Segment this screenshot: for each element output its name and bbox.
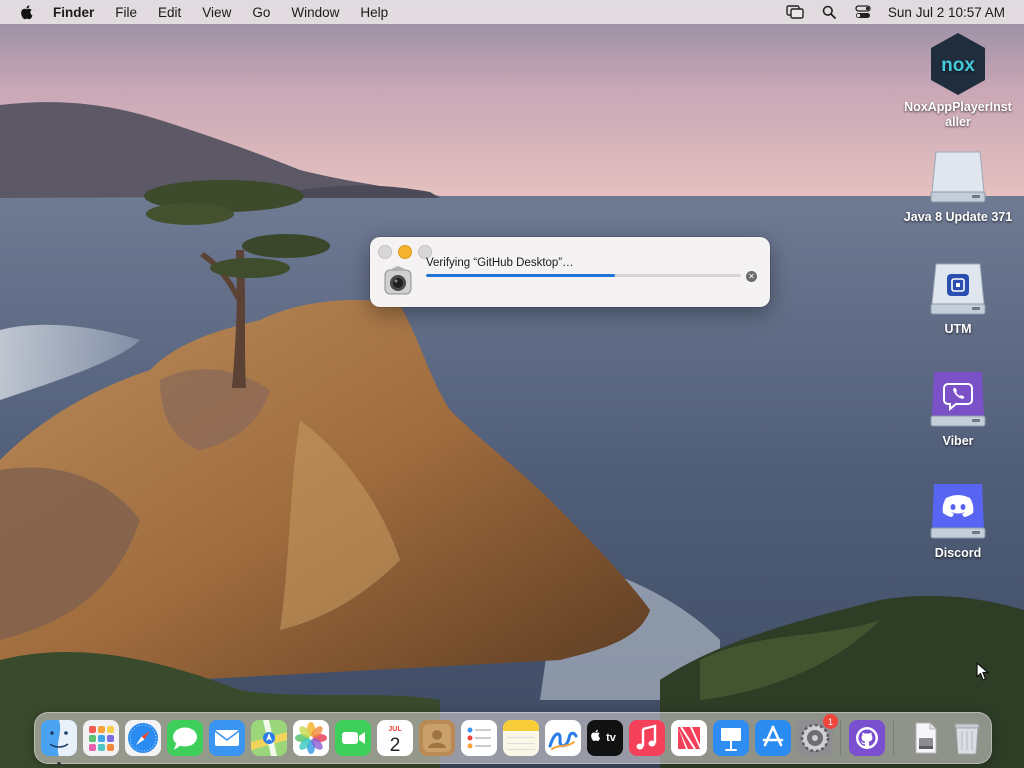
dock-item-contacts[interactable] — [417, 718, 457, 758]
dock-item-mail[interactable] — [207, 718, 247, 758]
contacts-icon — [419, 720, 455, 756]
dock: JUL 2 tv 1 — [34, 712, 992, 766]
safari-icon — [125, 720, 161, 756]
menu-edit[interactable]: Edit — [158, 5, 181, 20]
music-icon — [629, 720, 665, 756]
dock-item-notes[interactable] — [501, 718, 541, 758]
desktop-item-utm[interactable]: UTM — [900, 260, 1016, 337]
dock-item-calendar[interactable]: JUL 2 — [375, 718, 415, 758]
notification-badge: 1 — [823, 714, 838, 729]
running-indicator — [57, 762, 61, 766]
tv-icon-text: tv — [606, 732, 617, 744]
verification-progress-bar — [426, 274, 741, 277]
dock-item-facetime[interactable] — [333, 718, 373, 758]
apple-tv-icon: tv — [587, 720, 623, 756]
dock-separator — [893, 721, 894, 755]
dock-item-maps[interactable] — [249, 718, 289, 758]
dock-item-reminders[interactable] — [459, 718, 499, 758]
maps-icon — [251, 720, 287, 756]
desktop-item-noxappplayerinstaller[interactable]: nox NoxAppPlayerInstaller — [900, 32, 1016, 130]
menu-bar: Finder File Edit View Go Window Help Sun… — [0, 0, 1024, 24]
nox-icon-text: nox — [941, 55, 975, 76]
dock-item-downloads[interactable] — [905, 718, 945, 758]
menu-window[interactable]: Window — [291, 5, 339, 20]
reminders-icon — [461, 720, 497, 756]
finder-icon — [41, 720, 77, 756]
trash-icon — [954, 723, 980, 755]
photos-icon — [293, 720, 329, 756]
spotlight-search-icon[interactable] — [820, 4, 838, 20]
viber-disk-icon — [930, 372, 986, 427]
dock-item-launchpad[interactable] — [81, 718, 121, 758]
desktop-item-label: UTM — [944, 322, 972, 336]
desktop-item-label: Java 8 Update 371 — [903, 210, 1013, 224]
dock-item-system-settings[interactable]: 1 — [795, 714, 838, 758]
control-center-icon[interactable] — [854, 4, 872, 20]
apple-logo-icon[interactable] — [19, 4, 35, 20]
desktop-item-java-8-update-371[interactable]: Java 8 Update 371 — [900, 148, 1016, 225]
screen-mirroring-icon[interactable] — [786, 4, 804, 20]
calendar-day: 2 — [390, 735, 401, 756]
dock-item-news[interactable] — [669, 718, 709, 758]
menu-help[interactable]: Help — [360, 5, 388, 20]
mail-icon — [209, 720, 245, 756]
dock-item-tv[interactable]: tv — [585, 718, 625, 758]
dock-item-finder[interactable] — [39, 718, 79, 766]
dock-item-trash[interactable] — [947, 718, 987, 758]
calendar-month: JUL — [388, 726, 402, 733]
menu-view[interactable]: View — [202, 5, 231, 20]
window-minimize-button[interactable] — [398, 245, 412, 259]
progress-fill — [426, 274, 615, 277]
dialog-message: Verifying “GitHub Desktop”… — [426, 257, 574, 269]
dock-item-freeform[interactable] — [543, 718, 583, 758]
messages-icon — [167, 720, 203, 756]
calendar-icon: JUL 2 — [377, 720, 413, 756]
launchpad-icon — [83, 720, 119, 756]
disk-image-icon — [930, 151, 986, 203]
facetime-icon — [335, 720, 371, 756]
notes-icon — [503, 720, 539, 756]
desktop-item-label: Viber — [942, 434, 974, 448]
freeform-icon — [545, 720, 581, 756]
window-close-button[interactable] — [378, 245, 392, 259]
cancel-verification-button[interactable]: ✕ — [746, 271, 757, 282]
mouse-cursor-icon — [976, 662, 989, 681]
dock-item-github-desktop[interactable] — [847, 718, 887, 758]
dock-item-app-store[interactable] — [753, 718, 793, 758]
github-desktop-icon — [849, 720, 885, 756]
gatekeeper-security-icon — [384, 266, 412, 295]
downloads-stack-icon — [915, 722, 937, 754]
desktop-item-label: NoxAppPlayerInstaller — [904, 100, 1012, 129]
desktop-item-discord[interactable]: Discord — [900, 482, 1016, 561]
dock-item-safari[interactable] — [123, 718, 163, 758]
menu-go[interactable]: Go — [252, 5, 270, 20]
dock-separator — [840, 721, 841, 755]
verifying-dialog: Verifying “GitHub Desktop”… ✕ — [370, 237, 770, 307]
dock-item-keynote[interactable] — [711, 718, 751, 758]
app-store-icon — [755, 720, 791, 756]
desktop-item-label: Discord — [934, 546, 982, 560]
menubar-clock[interactable]: Sun Jul 2 10:57 AM — [888, 5, 1005, 20]
keynote-icon — [713, 720, 749, 756]
utm-disk-icon — [930, 263, 986, 315]
dock-item-music[interactable] — [627, 718, 667, 758]
discord-disk-icon — [930, 484, 986, 539]
dock-item-messages[interactable] — [165, 718, 205, 758]
dock-item-photos[interactable] — [291, 718, 331, 758]
menu-file[interactable]: File — [115, 5, 137, 20]
desktop-wallpaper — [0, 0, 1024, 768]
news-icon — [671, 720, 707, 756]
menu-app-finder[interactable]: Finder — [53, 5, 94, 20]
desktop-item-viber[interactable]: Viber — [900, 370, 1016, 449]
nox-app-icon: nox — [931, 33, 985, 95]
